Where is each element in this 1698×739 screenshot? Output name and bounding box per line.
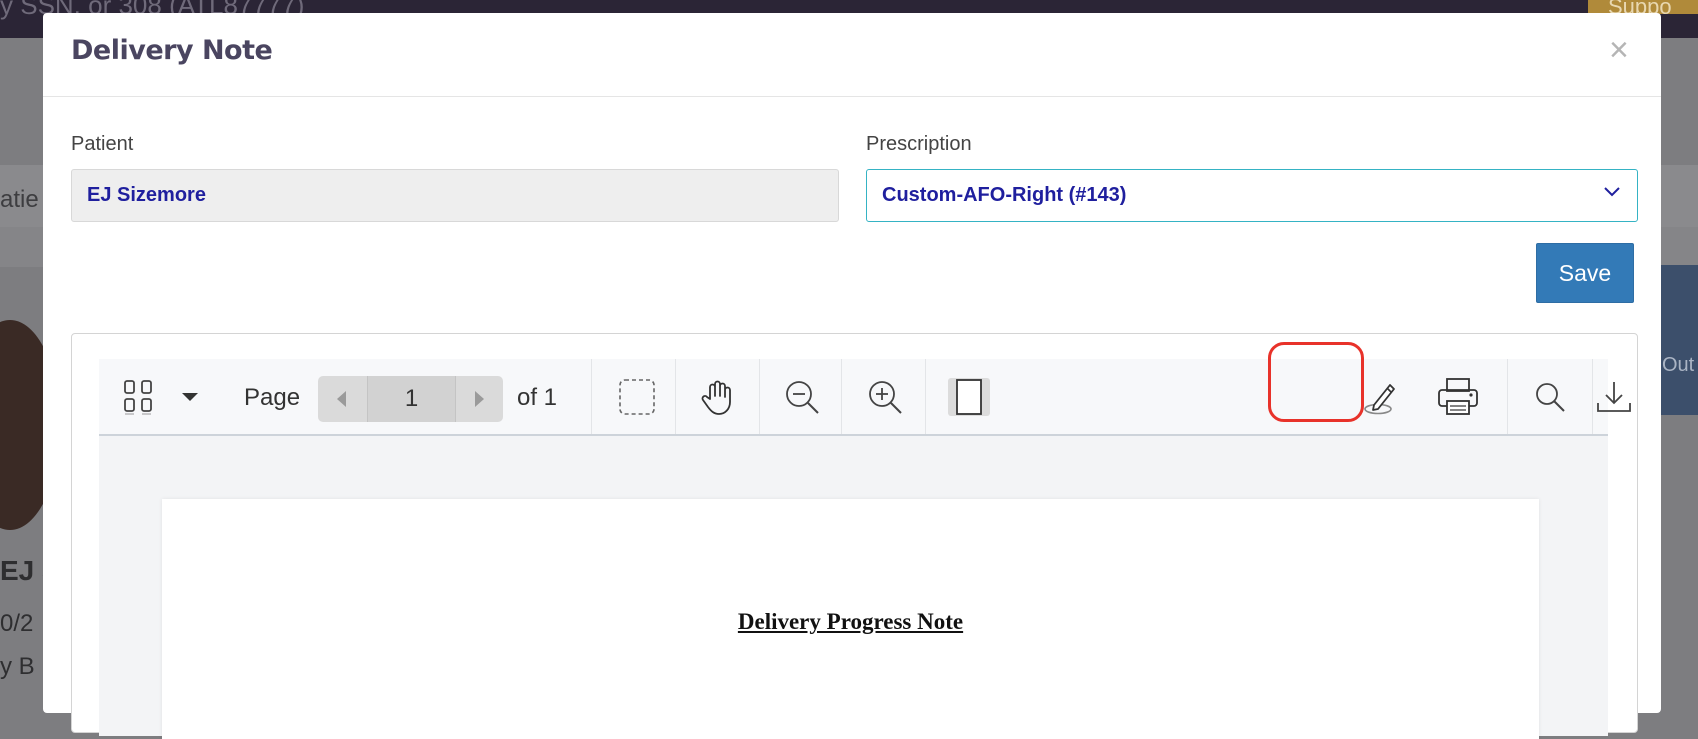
page-fit-icon[interactable] — [929, 359, 1009, 434]
toolbar-separator — [675, 359, 676, 434]
save-button[interactable]: Save — [1536, 243, 1634, 303]
pdf-viewer: Page 1 of 1 Delivery Progress Note — [71, 333, 1638, 739]
close-icon[interactable]: × — [1609, 31, 1629, 70]
modal-header: Delivery Note × — [43, 13, 1661, 97]
chevron-left-icon — [337, 391, 346, 407]
background-right-card — [1660, 265, 1698, 415]
thumbnails-icon[interactable] — [119, 359, 157, 434]
previous-page-button[interactable] — [318, 376, 366, 422]
chevron-down-icon — [1604, 187, 1620, 197]
toolbar-separator — [841, 359, 842, 434]
dropdown-caret-icon[interactable] — [177, 359, 203, 434]
prescription-select[interactable]: Custom-AFO-Right (#143) — [866, 169, 1638, 222]
patient-field: EJ Sizemore — [71, 169, 839, 222]
document-title: Delivery Progress Note — [737, 609, 964, 634]
marquee-select-icon[interactable] — [599, 359, 675, 434]
toolbar-separator — [925, 359, 926, 434]
toolbar-separator — [759, 359, 760, 434]
toolbar-separator — [1592, 359, 1593, 434]
chevron-right-icon — [475, 391, 484, 407]
sign-pen-icon[interactable] — [1344, 359, 1416, 434]
search-icon[interactable] — [1510, 359, 1590, 434]
page-label: Page — [244, 384, 301, 411]
document-page: Delivery Progress Note — [162, 499, 1539, 739]
next-page-button[interactable] — [455, 376, 503, 422]
print-icon[interactable] — [1422, 359, 1494, 434]
background-band-text: atie — [0, 186, 39, 213]
background-right-text: Out — [1662, 354, 1695, 376]
document-area: Delivery Progress Note — [99, 436, 1608, 739]
background-support-button: Suppo — [1588, 0, 1698, 14]
prescription-label: Prescription — [866, 133, 972, 155]
toolbar-separator — [1507, 359, 1508, 434]
prescription-value: Custom-AFO-Right (#143) — [882, 184, 1127, 206]
download-icon[interactable] — [1594, 359, 1634, 434]
zoom-out-icon[interactable] — [763, 359, 841, 434]
modal-title: Delivery Note — [71, 35, 273, 66]
toolbar-separator — [591, 359, 592, 434]
patient-label: Patient — [71, 133, 134, 155]
page-navigator: 1 — [318, 376, 503, 422]
zoom-in-icon[interactable] — [845, 359, 925, 434]
page-number-input[interactable]: 1 — [367, 376, 456, 422]
background-info-text: y B — [0, 653, 35, 680]
pan-hand-icon[interactable] — [679, 359, 757, 434]
total-pages-label: of 1 — [517, 384, 558, 411]
background-date-text: 0/2 — [0, 610, 34, 637]
delivery-note-modal: Delivery Note × Patient EJ Sizemore Pres… — [43, 13, 1661, 739]
pdf-toolbar: Page 1 of 1 — [99, 359, 1608, 436]
patient-value: EJ Sizemore — [87, 184, 206, 206]
